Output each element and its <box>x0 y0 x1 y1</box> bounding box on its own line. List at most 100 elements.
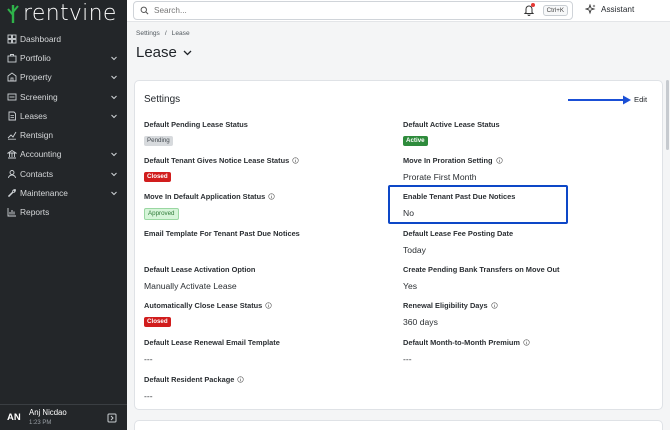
scrollbar[interactable] <box>666 80 669 150</box>
assistant-button[interactable]: Assistant <box>585 4 634 15</box>
setting-move-in-proration-setting: Move In Proration Setting Prorate First M… <box>403 156 643 182</box>
setting-label: Enable Tenant Past Due Notices <box>403 192 643 201</box>
setting-label-text: Default Month-to-Month Premium <box>403 338 521 347</box>
setting-label-text: Default Lease Fee Posting Date <box>403 229 514 238</box>
setting-value: 360 days <box>403 317 438 327</box>
sidebar-item-leases[interactable]: Leases <box>0 106 127 125</box>
setting-value: Prorate First Month <box>403 172 477 182</box>
sidebar-item-portfolio[interactable]: Portfolio <box>0 48 127 67</box>
screening-icon <box>7 93 17 100</box>
user-profile[interactable]: AN Anj Nicdao 1:23 PM <box>0 404 127 430</box>
sidebar-item-label: Dashboard <box>20 33 61 44</box>
setting-label-text: Default Resident Package <box>144 375 235 384</box>
setting-label-text: Default Active Lease Status <box>403 120 500 129</box>
chevron-down-icon[interactable] <box>110 93 118 101</box>
sidebar-item-label: Accounting <box>20 149 62 160</box>
setting-move-in-default-application-status: Move In Default Application Status Approv… <box>144 192 384 220</box>
breadcrumb-current: Lease <box>171 30 190 37</box>
setting-automatically-close-lease-status: Automatically Close Lease Status Closed <box>144 301 384 328</box>
sidebar-nav: Dashboard Portfolio Property Screening Lease… <box>0 29 127 222</box>
assistant-label: Assistant <box>601 5 635 14</box>
sidebar-item-accounting[interactable]: Accounting <box>0 145 127 164</box>
setting-label-text: Default Pending Lease Status <box>144 120 248 129</box>
chevron-down-icon <box>183 50 192 55</box>
sidebar-item-label: Contacts <box>20 168 54 179</box>
setting-default-tenant-gives-notice-lease-status: Default Tenant Gives Notice Lease Status… <box>144 156 384 183</box>
setting-default-lease-activation-option: Default Lease Activation Option Manually … <box>144 265 384 291</box>
sidebar-item-reports[interactable]: Reports <box>0 203 127 222</box>
setting-label: Default Resident Package <box>144 375 384 384</box>
info-icon[interactable] <box>292 157 299 164</box>
chevron-down-icon[interactable] <box>110 54 118 62</box>
next-card <box>134 420 663 430</box>
collapse-sidebar-icon[interactable] <box>107 413 117 423</box>
setting-value: Yes <box>403 281 418 291</box>
setting-label: Move In Proration Setting <box>403 156 643 165</box>
setting-label-text: Move In Proration Setting <box>403 156 493 165</box>
chevron-down-icon[interactable] <box>110 73 118 81</box>
reports-icon <box>7 208 16 217</box>
setting-value: --- <box>403 354 412 364</box>
search-box[interactable]: Ctrl+K <box>133 1 573 20</box>
portfolio-icon <box>7 53 17 63</box>
dashboard-icon <box>7 34 17 44</box>
setting-default-month-to-month-premium: Default Month-to-Month Premium --- <box>403 338 643 364</box>
setting-label-text: Move In Default Application Status <box>144 192 266 201</box>
info-icon[interactable] <box>265 302 272 309</box>
setting-label-text: Default Lease Renewal Email Template <box>144 338 280 347</box>
search-input[interactable] <box>154 6 543 15</box>
sidebar-item-contacts[interactable]: Contacts <box>0 164 127 183</box>
sidebar-item-maintenance[interactable]: Maintenance <box>0 183 127 202</box>
info-icon[interactable] <box>523 339 530 346</box>
info-icon[interactable] <box>495 157 503 164</box>
breadcrumb-separator: / <box>164 30 167 37</box>
breadcrumb-settings-link[interactable]: Settings <box>136 30 160 37</box>
sidebar-item-label: Rentsign <box>20 130 54 141</box>
chevron-down-icon[interactable] <box>110 150 118 158</box>
setting-label: Default Month-to-Month Premium <box>403 338 643 347</box>
setting-label: Default Tenant Gives Notice Lease Status <box>144 156 384 165</box>
setting-create-pending-bank-transfers-on-move-out: Create Pending Bank Transfers on Move Ou… <box>403 265 643 291</box>
page-title-dropdown[interactable]: Lease <box>136 44 192 61</box>
setting-default-resident-package: Default Resident Package --- <box>144 375 384 401</box>
maintenance-icon <box>7 189 16 198</box>
sidebar: rentvine Dashboard Portfolio Property Scree… <box>0 0 127 430</box>
user-time: 1:23 PM <box>29 419 52 426</box>
search-icon <box>140 6 149 15</box>
setting-label-text: Enable Tenant Past Due Notices <box>403 192 516 201</box>
search-shortcut-badge: Ctrl+K <box>542 5 568 16</box>
setting-label-text: Automatically Close Lease Status <box>144 301 263 310</box>
chevron-down-icon[interactable] <box>110 112 118 120</box>
setting-label-text: Default Lease Activation Option <box>144 265 256 274</box>
sidebar-item-dashboard[interactable]: Dashboard <box>0 29 127 48</box>
setting-label: Move In Default Application Status <box>144 192 384 201</box>
info-icon[interactable] <box>491 302 498 309</box>
info-icon[interactable] <box>237 376 244 383</box>
info-icon[interactable] <box>268 193 275 200</box>
chevron-down-icon[interactable] <box>110 170 118 178</box>
chevron-down-icon[interactable] <box>110 189 118 197</box>
sparkle-icon <box>585 4 596 15</box>
setting-label: Email Template For Tenant Past Due Notic… <box>144 229 384 238</box>
setting-label: Default Active Lease Status <box>403 120 643 129</box>
setting-renewal-eligibility-days: Renewal Eligibility Days 360 days <box>403 301 643 327</box>
sidebar-item-label: Reports <box>20 207 50 218</box>
edit-button[interactable]: Edit <box>634 95 647 104</box>
sidebar-item-rentsign[interactable]: Rentsign <box>0 125 127 144</box>
setting-label-text: Renewal Eligibility Days <box>403 301 488 310</box>
sidebar-item-screening[interactable]: Screening <box>0 87 127 106</box>
setting-label: Renewal Eligibility Days <box>403 301 643 310</box>
status-badge: Pending <box>144 136 173 146</box>
sidebar-item-property[interactable]: Property <box>0 68 127 87</box>
setting-default-lease-renewal-email-template: Default Lease Renewal Email Template --- <box>144 338 384 364</box>
page-title: Lease <box>136 44 177 61</box>
brand-name: rentvine <box>23 1 117 26</box>
brand-logo[interactable]: rentvine <box>0 0 127 28</box>
setting-enable-tenant-past-due-notices: Enable Tenant Past Due Notices No <box>403 192 643 218</box>
setting-label: Default Lease Activation Option <box>144 265 384 274</box>
setting-label-text: Create Pending Bank Transfers on Move Ou… <box>403 265 560 274</box>
sidebar-item-label: Portfolio <box>20 52 51 63</box>
setting-label: Default Pending Lease Status <box>144 120 384 129</box>
accounting-icon <box>7 150 17 159</box>
setting-label-text: Default Tenant Gives Notice Lease Status <box>144 156 290 165</box>
